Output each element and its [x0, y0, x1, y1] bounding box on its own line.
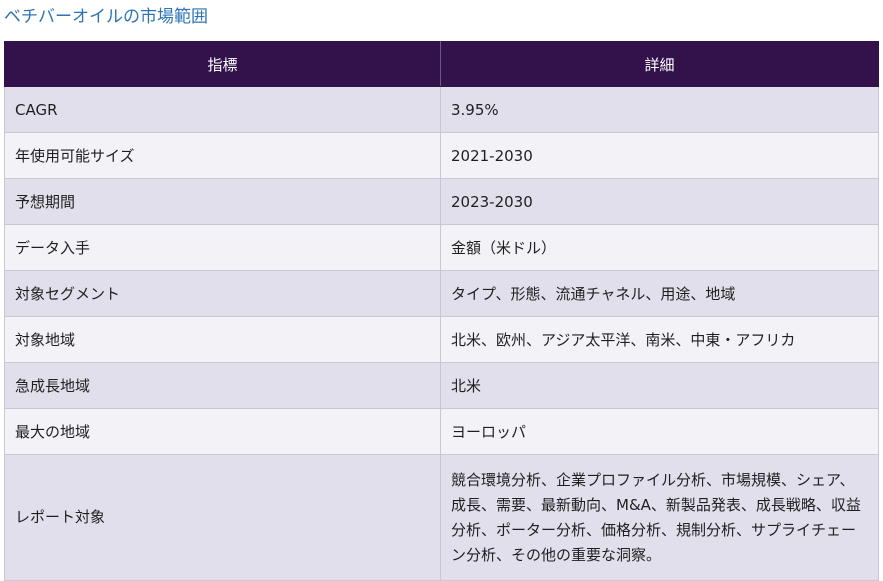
page-title: ベチバーオイルの市場範囲 [4, 7, 208, 27]
metric-cell: データ入手 [4, 224, 441, 271]
table-row: 年使用可能サイズ 2021-2030 [4, 132, 879, 179]
detail-cell: 金額（米ドル） [440, 224, 879, 271]
detail-cell: 北米、欧州、アジア太平洋、南米、中東・アフリカ [440, 316, 879, 363]
detail-cell: タイプ、形態、流通チャネル、用途、地域 [440, 270, 879, 317]
header-detail: 詳細 [440, 41, 879, 87]
metric-cell: CAGR [4, 86, 441, 133]
metric-cell: レポート対象 [4, 454, 441, 581]
table-row: 最大の地域 ヨーロッパ [4, 408, 879, 455]
table-row: 予想期間 2023-2030 [4, 178, 879, 225]
metric-cell: 対象セグメント [4, 270, 441, 317]
metric-cell: 予想期間 [4, 178, 441, 225]
table-row: 対象セグメント タイプ、形態、流通チャネル、用途、地域 [4, 270, 879, 317]
table-row: CAGR 3.95% [4, 86, 879, 133]
table-row: 急成長地域 北米 [4, 362, 879, 409]
detail-cell: 2023-2030 [440, 178, 879, 225]
detail-cell: 北米 [440, 362, 879, 409]
detail-cell: 2021-2030 [440, 132, 879, 179]
table-header-row: 指標 詳細 [4, 41, 879, 87]
metric-cell: 対象地域 [4, 316, 441, 363]
header-metric: 指標 [4, 41, 441, 87]
detail-cell: 3.95% [440, 86, 879, 133]
metric-cell: 最大の地域 [4, 408, 441, 455]
metric-cell: 年使用可能サイズ [4, 132, 441, 179]
market-scope-table: 指標 詳細 CAGR 3.95% 年使用可能サイズ 2021-2030 予想期間… [4, 41, 879, 581]
table-row: 対象地域 北米、欧州、アジア太平洋、南米、中東・アフリカ [4, 316, 879, 363]
table-row: データ入手 金額（米ドル） [4, 224, 879, 271]
detail-cell: ヨーロッパ [440, 408, 879, 455]
detail-cell: 競合環境分析、企業プロファイル分析、市場規模、シェア、成長、需要、最新動向、M&… [440, 454, 879, 581]
metric-cell: 急成長地域 [4, 362, 441, 409]
table-row: レポート対象 競合環境分析、企業プロファイル分析、市場規模、シェア、成長、需要、… [4, 454, 879, 581]
